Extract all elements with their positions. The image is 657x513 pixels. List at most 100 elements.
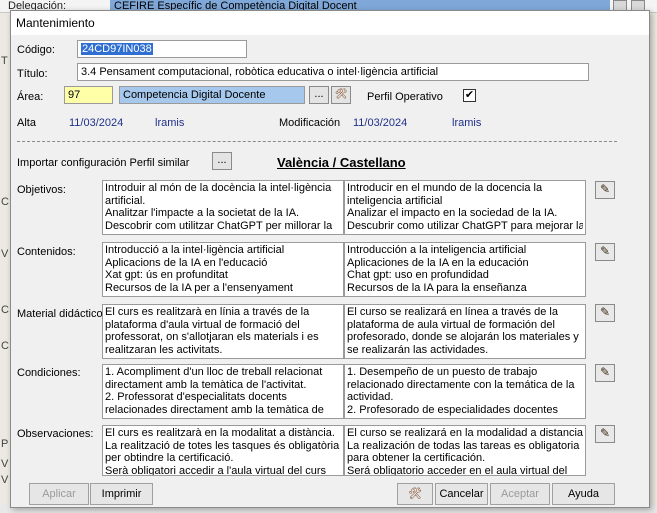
dialog-footer: Aplicar Imprimir 🛠 Cancelar Aceptar Ayud… [11,479,649,508]
text-line: Aplicacions de la IA en l'educació [105,256,268,269]
ayuda-button[interactable]: Ayuda [552,483,615,505]
titulo-label: Título: [17,68,48,80]
text-line: Recursos de la IA para la enseñanza [347,281,527,294]
pencil-icon: ✎ [599,426,611,440]
text-line: Introducción a la inteligencia artificia… [347,244,527,256]
modificacion-user: lramis [452,117,482,129]
observaciones-edit-button[interactable]: ✎ [595,425,615,443]
text-line: El curso se realizará en línea a través … [347,306,558,318]
text-line: directament amb la temàtica de l'activit… [105,378,307,391]
alta-label: Alta [17,117,36,129]
imprimir-button[interactable]: Imprimir [90,483,153,505]
alta-date: 11/03/2024 [69,117,124,129]
material-valenciano-textbox[interactable]: El curs es realitzarà en línia a través … [102,304,344,359]
text-line: plataforma de aula virtual de formación … [347,318,555,331]
cancelar-button[interactable]: Cancelar [435,483,488,505]
objetivos-edit-button[interactable]: ✎ [595,181,615,199]
text-line: Descobrir com utilitzar ChatGPT per mill… [105,219,333,232]
background-letter: V [1,474,9,486]
observaciones-label: Observaciones: [17,428,94,440]
modificacion-date: 11/03/2024 [353,117,408,129]
text-line: relacionades directament amb la temàtica… [105,403,324,416]
text-line: 2. Professorat d'especialitats docents [105,391,287,404]
area-browse-button[interactable]: ... [309,86,329,104]
background-letter: V [1,248,9,260]
condiciones-valenciano-textbox[interactable]: 1. Acompliment d'un lloc de treball rela… [102,364,344,419]
text-line: relacionado directamente con la temática… [347,378,575,391]
observaciones-valenciano-textbox[interactable]: El curs es realitzarà en la modalitat a … [102,425,344,476]
pencil-icon: ✎ [599,182,611,196]
area-tool-button[interactable]: 🛠 [331,86,351,104]
tools-button[interactable]: 🛠 [397,483,433,505]
text-line: para obtener la certificación. [347,452,486,465]
text-line: Introducir en el mundo de la docencia la [347,182,543,194]
titulo-input[interactable]: 3.4 Pensament computacional, robòtica ed… [77,63,589,81]
condiciones-label: Condiciones: [17,367,81,379]
dialog-titlebar[interactable]: Mantenimiento [11,11,649,35]
pencil-icon: ✎ [599,365,611,379]
text-line: Introduir al món de la docència la intel… [105,182,332,194]
text-line: Analizar el impacto en la sociedad de la… [347,207,558,220]
condiciones-edit-button[interactable]: ✎ [595,364,615,382]
text-line: plataforma d'aula virtual de formació de… [105,318,300,331]
area-name-field: Competencia Digital Docente [119,86,305,104]
text-line: profesorado, donde se alojarán los mater… [347,331,579,344]
pencil-icon: ✎ [599,305,611,319]
text-line: Recursos de la IA per a l'ensenyament [105,281,293,294]
text-line: Aplicaciones de la IA en la educación [347,256,529,269]
text-line: se realizarán las actividades. [347,343,489,356]
text-line: La realización de todas las tareas es ob… [347,439,580,452]
text-line: El curso se realizará en la modalidad a … [347,427,583,439]
objetivos-label: Objetivos: [17,184,66,196]
text-line: Descubrir como utilizar ChatGPT para mej… [347,219,583,232]
background-letter: P [1,438,9,450]
text-line: artificial. [105,194,146,207]
modificacion-label: Modificación [279,117,341,129]
text-line: Chat gpt: uso en profundidad [347,269,489,282]
codigo-input[interactable]: 24CD97IN038 [77,40,247,58]
text-line: inteligencia artificial [347,194,443,207]
condiciones-castellano-textbox[interactable]: 1. Desempeño de un puesto de trabajo rel… [344,364,586,419]
objetivos-castellano-textbox[interactable]: Introducir en el mundo de la docencia la… [344,180,586,235]
text-line: realitzaran les activitats. [105,343,223,356]
background-letter: C [1,340,9,352]
background-letter: C [1,196,9,208]
text-line: Serà obligatori accedir a l'aula virtual… [105,464,326,476]
objetivos-valenciano-textbox[interactable]: Introduir al món de la docència la intel… [102,180,344,235]
text-line: 1. Desempeño de un puesto de trabajo [347,366,538,378]
area-code-input[interactable]: 97 [64,86,113,104]
material-castellano-textbox[interactable]: El curso se realizará en línea a través … [344,304,586,359]
contenidos-label: Contenidos: [17,246,76,258]
aceptar-button[interactable]: Aceptar [490,483,550,505]
contenidos-edit-button[interactable]: ✎ [595,243,615,261]
text-line: El curs es realitzarà en línia a través … [105,306,310,318]
pencil-icon: ✎ [599,244,611,258]
text-line: El curs es realitzarà en la modalitat a … [105,427,335,439]
separator-line [17,141,617,142]
importar-button[interactable]: ... [212,152,232,170]
codigo-label: Código: [17,44,55,56]
text-line: professorat, on s'allotjaran els materia… [105,331,319,344]
contenidos-valenciano-textbox[interactable]: Introducció a la intel·ligència artifici… [102,242,344,297]
text-line: 1. Acompliment d'un lloc de treball rela… [105,366,323,378]
area-label: Área: [17,91,44,103]
mantenimiento-dialog: Mantenimiento Código: 24CD97IN038 Título… [10,10,650,508]
observaciones-castellano-textbox[interactable]: El curso se realizará en la modalidad a … [344,425,586,476]
dialog-title: Mantenimiento [16,16,95,30]
material-edit-button[interactable]: ✎ [595,304,615,322]
background-letter: T [1,55,8,67]
text-line: 2. Profesorado de especialidades docente… [347,403,558,416]
background-letter: C [1,304,9,316]
text-line: Xat gpt: ús en profunditat [105,269,228,282]
text-line: actividad. [347,391,394,404]
perfil-operativo-label: Perfil Operativo [367,91,443,103]
aplicar-button[interactable]: Aplicar [29,483,89,505]
codigo-value: 24CD97IN038 [81,43,153,55]
importar-label: Importar configuración Perfil similar [17,157,190,169]
background-letter: V [1,458,9,470]
tools-icon: 🛠 [408,488,422,500]
language-header: València / Castellano [277,155,406,170]
contenidos-castellano-textbox[interactable]: Introducción a la inteligencia artificia… [344,242,586,297]
text-line: Analitzar l'impacte a la societat de la … [105,207,300,220]
perfil-operativo-checkbox[interactable]: ✔ [463,89,476,102]
